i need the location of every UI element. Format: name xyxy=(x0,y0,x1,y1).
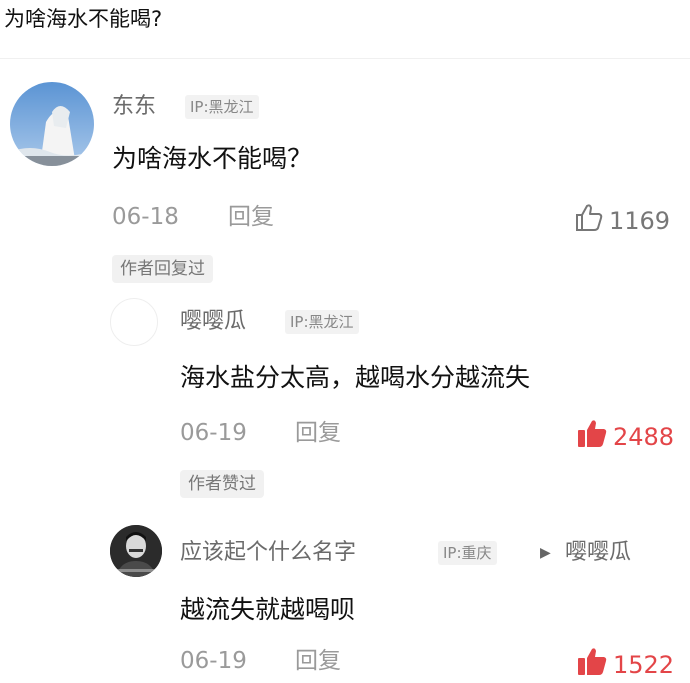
ip-badge: IP:黑龙江 xyxy=(285,310,359,334)
avatar[interactable] xyxy=(10,82,94,166)
like-button[interactable]: 1522 xyxy=(575,646,674,683)
thumbs-up-filled-icon xyxy=(575,646,609,683)
avatar[interactable] xyxy=(110,298,158,346)
comment-author[interactable]: 应该起个什么名字 xyxy=(180,538,356,568)
comment-date: 06-19 xyxy=(180,648,247,674)
like-count: 2488 xyxy=(613,422,675,451)
comment-text: 为啥海水不能喝？ xyxy=(112,144,313,173)
author-liked-tag: 作者赞过 xyxy=(180,470,264,498)
like-button[interactable]: 2488 xyxy=(575,418,674,455)
reply-to-author[interactable]: 嘤嘤瓜 xyxy=(565,538,631,568)
comment-text: 海水盐分太高，越喝水分越流失 xyxy=(180,363,531,392)
comment-date: 06-18 xyxy=(112,204,179,230)
ip-badge: IP:重庆 xyxy=(438,541,497,565)
reply-button[interactable]: 回复 xyxy=(295,418,341,448)
author-replied-tag: 作者回复过 xyxy=(112,255,213,283)
avatar[interactable] xyxy=(110,525,162,577)
thumbs-up-filled-icon xyxy=(575,418,609,455)
post-title: 为啥海水不能喝? xyxy=(4,7,163,31)
divider xyxy=(0,58,690,59)
reply-button[interactable]: 回复 xyxy=(295,646,341,676)
reply-button[interactable]: 回复 xyxy=(228,202,274,232)
thumbs-up-outline-icon xyxy=(573,202,605,239)
like-count: 1169 xyxy=(609,206,671,235)
comment-text: 越流失就越喝呗 xyxy=(180,595,356,624)
comment-author[interactable]: 东东 xyxy=(112,92,156,122)
comment-author[interactable]: 嘤嘤瓜 xyxy=(180,307,246,337)
ip-badge: IP:黑龙江 xyxy=(185,95,259,119)
like-button[interactable]: 1169 xyxy=(573,202,670,239)
reply-arrow-icon: ▶ xyxy=(540,545,551,561)
comment-date: 06-19 xyxy=(180,420,247,446)
like-count: 1522 xyxy=(613,650,675,679)
